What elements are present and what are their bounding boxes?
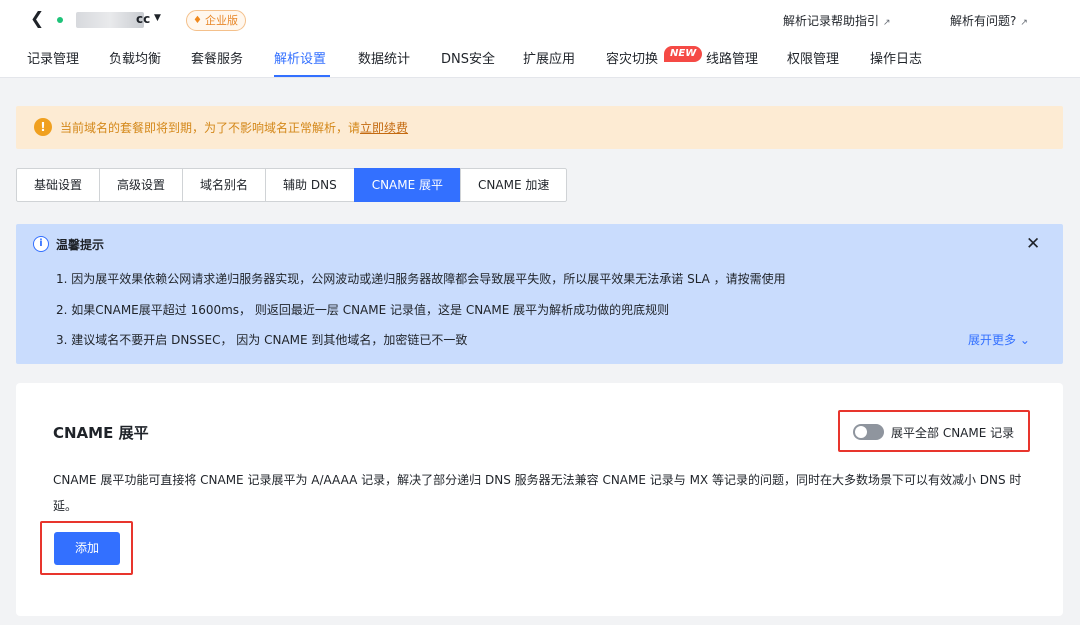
- warning-message: 当前域名的套餐即将到期，为了不影响域名正常解析，请立即续费: [60, 119, 408, 136]
- back-arrow-icon[interactable]: ❮: [30, 9, 44, 29]
- tab-extensions[interactable]: 扩展应用: [523, 48, 575, 67]
- top-bar: ❮ cc ▼ ♦ 企业版 解析记录帮助指引 ↗ 解析有问题? ↗ 记录管理 负载均衡…: [0, 0, 1080, 78]
- diamond-icon: ♦: [193, 15, 202, 26]
- info-icon: i: [33, 236, 49, 252]
- segment-advanced[interactable]: 高级设置: [99, 168, 184, 202]
- segment-secondary-dns[interactable]: 辅助 DNS: [265, 168, 355, 202]
- domain-dropdown-icon[interactable]: ▼: [154, 13, 161, 23]
- close-icon[interactable]: ✕: [1026, 234, 1040, 254]
- domain-name-redacted: [76, 12, 144, 28]
- tab-packages[interactable]: 套餐服务: [191, 48, 243, 67]
- flatten-all-label: 展平全部 CNAME 记录: [891, 426, 1015, 440]
- new-badge: NEW: [664, 46, 703, 62]
- status-dot: [57, 17, 63, 23]
- edition-badge[interactable]: ♦ 企业版: [186, 10, 246, 31]
- issue-label: 解析有问题?: [950, 14, 1017, 28]
- flatten-all-highlight: 展平全部 CNAME 记录: [838, 410, 1030, 452]
- tips-panel: i 温馨提示 ✕ 1. 因为展平效果依赖公网请求递归服务器实现，公网波动或递归服…: [16, 224, 1063, 364]
- header-row: ❮ cc ▼ ♦ 企业版 解析记录帮助指引 ↗ 解析有问题? ↗: [0, 0, 1080, 40]
- warning-icon: !: [34, 118, 52, 136]
- tip-line: 3. 建议域名不要开启 DNSSEC， 因为 CNAME 到其他域名，加密链已不…: [56, 333, 468, 347]
- external-link-icon: ↗: [1020, 18, 1028, 28]
- help-guide-label: 解析记录帮助指引: [783, 14, 880, 28]
- chevron-down-icon: ⌄: [1019, 333, 1030, 347]
- segment-domain-alias[interactable]: 域名别名: [182, 168, 267, 202]
- help-guide-link[interactable]: 解析记录帮助指引 ↗: [783, 12, 891, 29]
- settings-segmented-control: 基础设置 高级设置 域名别名 辅助 DNS CNAME 展平 CNAME 加速: [16, 168, 568, 202]
- segment-cname-flatten[interactable]: CNAME 展平: [353, 168, 462, 202]
- tab-operation-log[interactable]: 操作日志: [870, 48, 922, 67]
- tab-permissions[interactable]: 权限管理: [787, 48, 839, 67]
- card-description: CNAME 展平功能可直接将 CNAME 记录展平为 A/AAAA 记录，解决了…: [53, 473, 1022, 513]
- warning-text: 当前域名的套餐即将到期，为了不影响域名正常解析，请: [60, 121, 361, 135]
- domain-suffix: cc: [136, 12, 151, 26]
- expand-more-label: 展开更多: [968, 333, 1017, 347]
- tab-records[interactable]: 记录管理: [27, 48, 79, 67]
- tip-line: 1. 因为展平效果依赖公网请求递归服务器实现，公网波动或递归服务器故障都会导致展…: [56, 272, 786, 286]
- segment-cname-accelerate[interactable]: CNAME 加速: [460, 168, 568, 202]
- expand-more-link[interactable]: 展开更多 ⌄: [968, 331, 1030, 348]
- add-button[interactable]: 添加: [54, 532, 120, 565]
- segment-basic[interactable]: 基础设置: [16, 168, 101, 202]
- tab-failover[interactable]: 容灾切换: [606, 48, 658, 67]
- tab-resolve-settings[interactable]: 解析设置: [274, 48, 326, 67]
- active-tab-indicator: [274, 75, 330, 77]
- toggle-knob: [855, 426, 867, 438]
- issue-link[interactable]: 解析有问题? ↗: [950, 12, 1028, 29]
- tab-dns-security[interactable]: DNS安全: [441, 48, 495, 67]
- tip-line: 2. 如果CNAME展平超过 1600ms， 则返回最近一层 CNAME 记录值…: [56, 303, 670, 317]
- renew-link[interactable]: 立即续费: [360, 121, 408, 135]
- edition-label: 企业版: [204, 14, 238, 27]
- add-button-highlight: 添加: [40, 521, 133, 575]
- tab-line-management[interactable]: 线路管理: [706, 48, 758, 67]
- tab-statistics[interactable]: 数据统计: [358, 48, 410, 67]
- flatten-all-toggle[interactable]: [853, 424, 884, 440]
- card-title: CNAME 展平: [53, 424, 149, 442]
- main-nav-tabs: 记录管理 负载均衡 套餐服务 解析设置 数据统计 DNS安全 扩展应用 容灾切换…: [0, 44, 1080, 78]
- expiry-warning-banner: ! 当前域名的套餐即将到期，为了不影响域名正常解析，请立即续费: [16, 106, 1063, 149]
- cname-flatten-card: CNAME 展平 展平全部 CNAME 记录 CNAME 展平功能可直接将 CN…: [16, 383, 1063, 616]
- external-link-icon: ↗: [883, 18, 891, 28]
- tips-title: 温馨提示: [56, 238, 105, 252]
- tab-load-balance[interactable]: 负载均衡: [109, 48, 161, 67]
